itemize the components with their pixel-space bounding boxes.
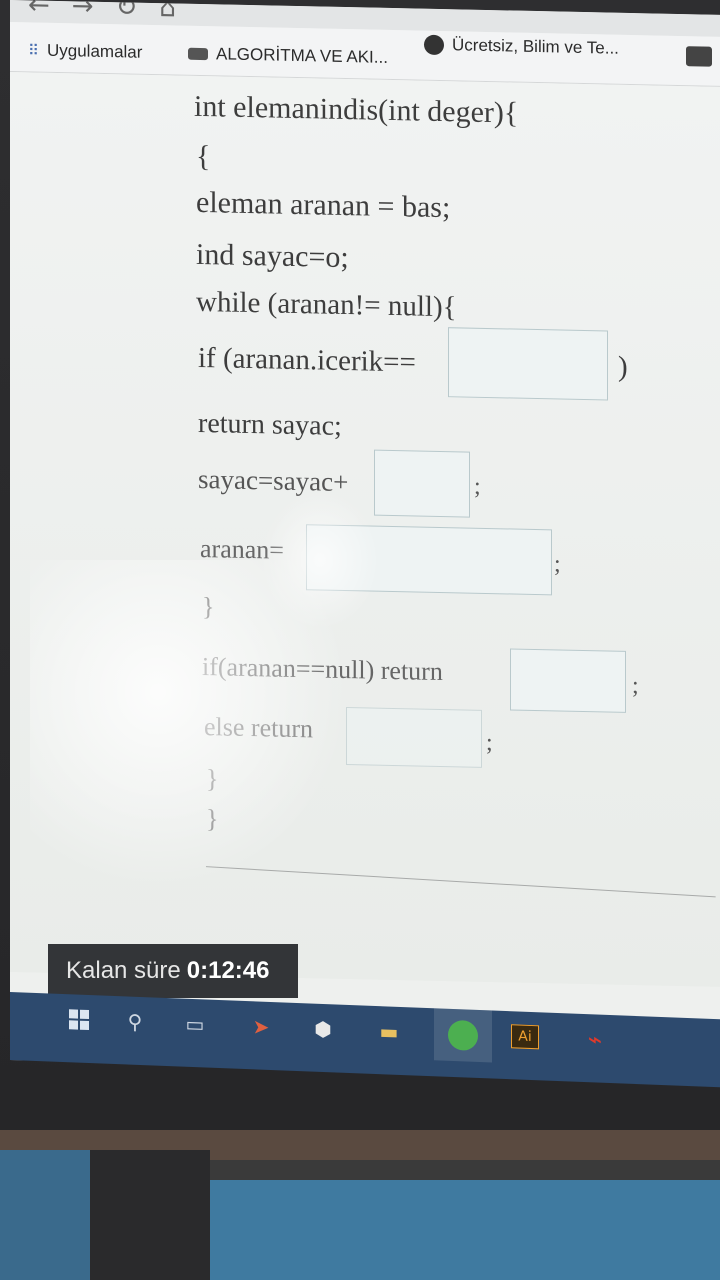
app-icon[interactable]: ➤ [244, 1009, 278, 1044]
time-remaining-panel: Kalan süre 0:12:46 [48, 944, 298, 998]
code-line-9-prefix: aranan= [200, 533, 284, 565]
code-line-8-suffix: ; [474, 473, 481, 500]
bookmark-apps[interactable]: ⠿ Uygulamalar [28, 40, 142, 62]
code-line-14: } [206, 804, 219, 834]
code-line-8-prefix: sayac=sayac+ [198, 463, 349, 498]
pdf-icon[interactable]: ⌁ [578, 1022, 612, 1057]
bookmark-label: ALGORİTMA VE AKI... [216, 44, 388, 67]
file-explorer-icon[interactable]: ▬ [372, 1014, 406, 1049]
chrome-icon[interactable] [434, 1008, 492, 1063]
answer-input-5[interactable] [346, 707, 482, 768]
youtube-icon [188, 47, 208, 61]
bookmark-label: Uygulamalar [47, 40, 143, 62]
shield-icon[interactable]: ⬢ [306, 1011, 340, 1046]
code-line-2: { [196, 139, 211, 174]
code-line-4: ind sayac=o; [196, 237, 349, 275]
divider-line [205, 866, 716, 898]
code-line-12-prefix: else return [204, 712, 314, 744]
bookmark-algoritma[interactable]: ALGORİTMA VE AKI... [188, 44, 388, 68]
code-line-10: } [202, 592, 215, 622]
code-line-11-prefix: if(aranan==null) return [202, 652, 443, 687]
windows-start-icon[interactable] [62, 1002, 96, 1037]
code-line-9-suffix: ; [554, 551, 561, 578]
apps-grid-icon: ⠿ [28, 41, 39, 60]
task-view-icon[interactable]: ▭ [178, 1006, 212, 1041]
home-icon[interactable]: ⌂ [159, 0, 176, 23]
answer-input-1[interactable] [448, 327, 608, 401]
answer-input-2[interactable] [374, 449, 470, 518]
search-icon[interactable]: ⚲ [118, 1004, 152, 1039]
quiz-content: int elemanindis(int deger){ { eleman ara… [10, 72, 720, 987]
code-line-7: return sayac; [198, 407, 342, 442]
answer-input-4[interactable] [510, 648, 626, 713]
globe-icon [424, 34, 444, 56]
illustrator-icon[interactable]: Ai [508, 1019, 542, 1054]
code-line-1: int elemanindis(int deger){ [194, 89, 519, 130]
code-line-6-suffix: ) [618, 350, 628, 383]
code-line-5: while (aranan!= null){ [196, 285, 457, 324]
screen: ← → ↻ ⌂ ⠿ Uygulamalar ALGORİTMA VE AKI..… [10, 0, 720, 1075]
code-line-11-suffix: ; [632, 673, 639, 700]
answer-input-3[interactable] [306, 524, 552, 596]
reload-icon[interactable]: ↻ [116, 0, 138, 23]
timer-label: Kalan süre [66, 957, 181, 984]
code-line-13: } [206, 764, 219, 794]
bookmark-ucretsiz[interactable]: Ücretsiz, Bilim ve Te... [424, 34, 619, 59]
bookmark-label: Ücretsiz, Bilim ve Te... [452, 35, 619, 58]
desk-surface [200, 1180, 720, 1280]
timer-value: 0:12:46 [186, 957, 270, 984]
illustrator-label: Ai [511, 1024, 539, 1050]
back-arrow-icon[interactable]: ← [28, 0, 50, 21]
code-line-3: eleman aranan = bas; [196, 185, 451, 225]
monitor-stand [90, 1150, 210, 1280]
forward-arrow-icon[interactable]: → [72, 0, 94, 22]
code-line-6-prefix: if (aranan.icerik== [198, 341, 416, 379]
extension-icon[interactable] [686, 46, 712, 67]
code-line-12-suffix: ; [486, 729, 493, 757]
